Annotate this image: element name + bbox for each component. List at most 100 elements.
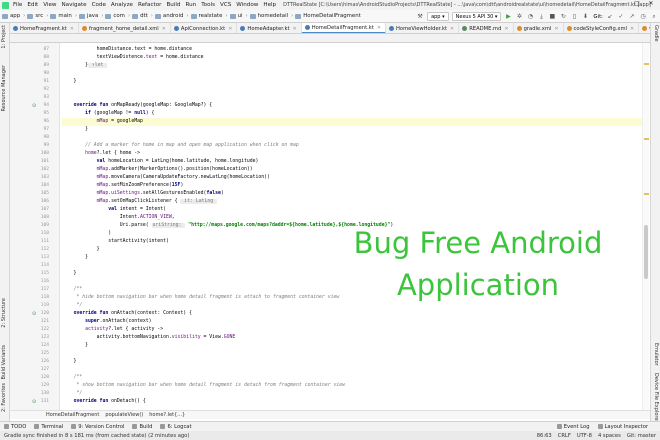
menu-item-analyze[interactable]: Analyze <box>111 2 133 8</box>
tool-window-button[interactable]: Event Log <box>556 424 590 430</box>
menu-item-file[interactable]: File <box>13 2 22 8</box>
close-tab-icon[interactable]: ✕ <box>228 26 232 32</box>
editor-tab[interactable]: HomeAdapter.kt ✕ <box>237 23 302 33</box>
menu-item-tools[interactable]: Tools <box>201 2 215 8</box>
menu-item-edit[interactable]: Edit <box>27 2 38 8</box>
menu-item-build[interactable]: Build <box>166 2 180 8</box>
close-tab-icon[interactable]: ✕ <box>293 26 297 32</box>
editor-tab[interactable]: fragment_home_detail.xml ✕ <box>79 23 171 33</box>
close-tab-icon[interactable]: ✕ <box>504 26 508 32</box>
warning-marker[interactable] <box>644 138 649 140</box>
debug-icon[interactable]: ✲ <box>515 13 523 21</box>
code-token: mMap <box>96 191 109 196</box>
code-breadcrumb-item[interactable]: HomeDetailFragment <box>46 412 99 418</box>
code-breadcrumb-item[interactable]: home?.let{...} <box>149 412 185 418</box>
status-message[interactable]: Gradle sync finished in 8 s 181 ms (from… <box>4 433 189 439</box>
side-tab-left[interactable]: 1: Project <box>1 25 7 49</box>
maximize-icon[interactable]: □ <box>630 0 644 7</box>
file-encoding[interactable]: UTF-8 <box>577 433 592 439</box>
breadcrumb-item[interactable]: realstate › <box>190 13 228 19</box>
breadcrumb-item[interactable]: homedetail › <box>249 13 293 19</box>
indent-setting[interactable]: 4 spaces <box>598 433 621 439</box>
tool-window-button[interactable]: Build <box>132 424 152 430</box>
run-icon[interactable]: ▶ <box>504 13 512 21</box>
profile-icon[interactable]: ◔ <box>526 13 534 21</box>
side-tab-right[interactable]: Device File Explorer <box>653 373 659 422</box>
editor-tab[interactable]: ApiConnection.kt ✕ <box>171 23 238 33</box>
editor-tab[interactable]: codeStyleConfig.xml ✕ <box>564 23 640 33</box>
close-tab-icon[interactable]: ✕ <box>70 26 74 32</box>
tool-window-button[interactable]: TODO <box>4 424 26 430</box>
override-marker-icon[interactable]: ⊙ <box>32 399 37 405</box>
override-marker-icon[interactable]: ⊙ <box>32 103 37 109</box>
git-commit-icon[interactable]: ✓ <box>617 13 625 21</box>
breadcrumb-item[interactable]: main › <box>50 13 77 19</box>
warning-marker[interactable] <box>644 193 649 195</box>
close-icon[interactable]: ✕ <box>644 0 658 7</box>
side-tab-left[interactable]: Build Variants <box>1 345 7 379</box>
git-branch[interactable]: Git: master <box>627 433 656 439</box>
menu-item-help[interactable]: Help <box>263 2 276 8</box>
close-tab-icon[interactable]: ✕ <box>630 26 634 32</box>
warning-marker[interactable] <box>644 63 649 65</box>
git-label: Git: <box>593 13 603 20</box>
editor-tab[interactable]: README.md ✕ <box>459 23 514 33</box>
minimize-icon[interactable]: – <box>616 0 630 7</box>
editor-tab[interactable]: gradle.xml ✕ <box>514 23 564 33</box>
tool-window-button[interactable]: Layout Inspector <box>597 424 648 430</box>
side-tab-right[interactable]: Emulator <box>653 343 659 366</box>
run-config-select[interactable]: app ▾ <box>427 12 449 21</box>
stop-icon[interactable]: ■ <box>548 13 556 21</box>
scrollbar-thumb[interactable] <box>644 225 648 279</box>
side-tab-left[interactable]: 2: Structure <box>1 298 7 328</box>
menu-item-view[interactable]: View <box>43 2 56 8</box>
caret-position[interactable]: 86:63 <box>537 433 552 439</box>
menu-item-navigate[interactable]: Navigate <box>62 2 87 8</box>
attach-debugger-icon[interactable]: ⤓ <box>537 13 545 21</box>
menu-item-code[interactable]: Code <box>92 2 106 8</box>
tool-window-button[interactable]: Terminal <box>34 424 63 430</box>
breadcrumb-item[interactable]: com › <box>105 13 130 19</box>
history-icon[interactable]: ◷ <box>639 13 647 21</box>
menu-item-run[interactable]: Run <box>185 2 196 8</box>
line-number: 117 <box>40 287 49 292</box>
breadcrumb-item[interactable]: HomeDetailFragment <box>295 13 361 19</box>
git-update-icon[interactable]: ↙ <box>606 13 614 21</box>
breadcrumb-item[interactable]: android › <box>154 13 189 19</box>
device-select[interactable]: Nexus 5 API 30 ▾ <box>451 12 502 21</box>
git-push-icon[interactable]: ↗ <box>628 13 636 21</box>
close-tab-icon[interactable]: ✕ <box>162 26 166 32</box>
breadcrumb-item[interactable]: src › <box>27 13 48 19</box>
folder-icon <box>295 13 302 19</box>
sync-icon[interactable]: ↻ <box>559 13 567 21</box>
side-tab-right[interactable]: Gradle <box>653 25 659 42</box>
line-separator[interactable]: CRLF <box>558 433 571 439</box>
editor-tab[interactable]: HomeViewHolder.kt ✕ <box>386 23 460 33</box>
code-breadcrumb-item[interactable]: populateView() <box>105 412 143 418</box>
avd-manager-icon[interactable]: ▯ <box>570 13 578 21</box>
override-marker-icon[interactable]: ⊙ <box>32 311 37 317</box>
breadcrumb-item[interactable]: ui › <box>229 13 248 19</box>
breadcrumb-item[interactable]: java › <box>78 13 103 19</box>
editor-scrollbar[interactable] <box>642 43 649 410</box>
tool-window-button[interactable]: 9: Version Control <box>71 424 124 430</box>
menu-item-vcs[interactable]: VCS <box>220 2 231 8</box>
editor-tab[interactable]: vcs.xml✕ <box>639 23 650 33</box>
hammer-icon[interactable]: ⚒ <box>416 13 424 21</box>
breadcrumb-item[interactable]: dtt › <box>132 13 153 19</box>
side-tab-left[interactable]: 2: Favorites <box>1 383 7 412</box>
close-tab-icon[interactable]: ✕ <box>554 26 558 32</box>
close-tab-icon[interactable]: ✕ <box>377 25 381 31</box>
menu-item-refactor[interactable]: Refactor <box>138 2 161 8</box>
editor-tab[interactable]: HomeFragment.kt ✕ <box>10 23 79 33</box>
tool-window-button[interactable]: 6: Logcat <box>160 424 192 430</box>
sdk-manager-icon[interactable]: ⬇ <box>581 13 589 21</box>
side-tab-left[interactable]: Resource Manager <box>1 65 7 111</box>
editor-tab[interactable]: HomeDetailFragment.kt ✕ <box>301 23 387 33</box>
breadcrumb-item[interactable]: app › <box>2 13 25 19</box>
close-tab-icon[interactable]: ✕ <box>450 26 454 32</box>
menu-item-window[interactable]: Window <box>236 2 258 8</box>
search-icon[interactable]: ⌕ <box>650 13 658 21</box>
